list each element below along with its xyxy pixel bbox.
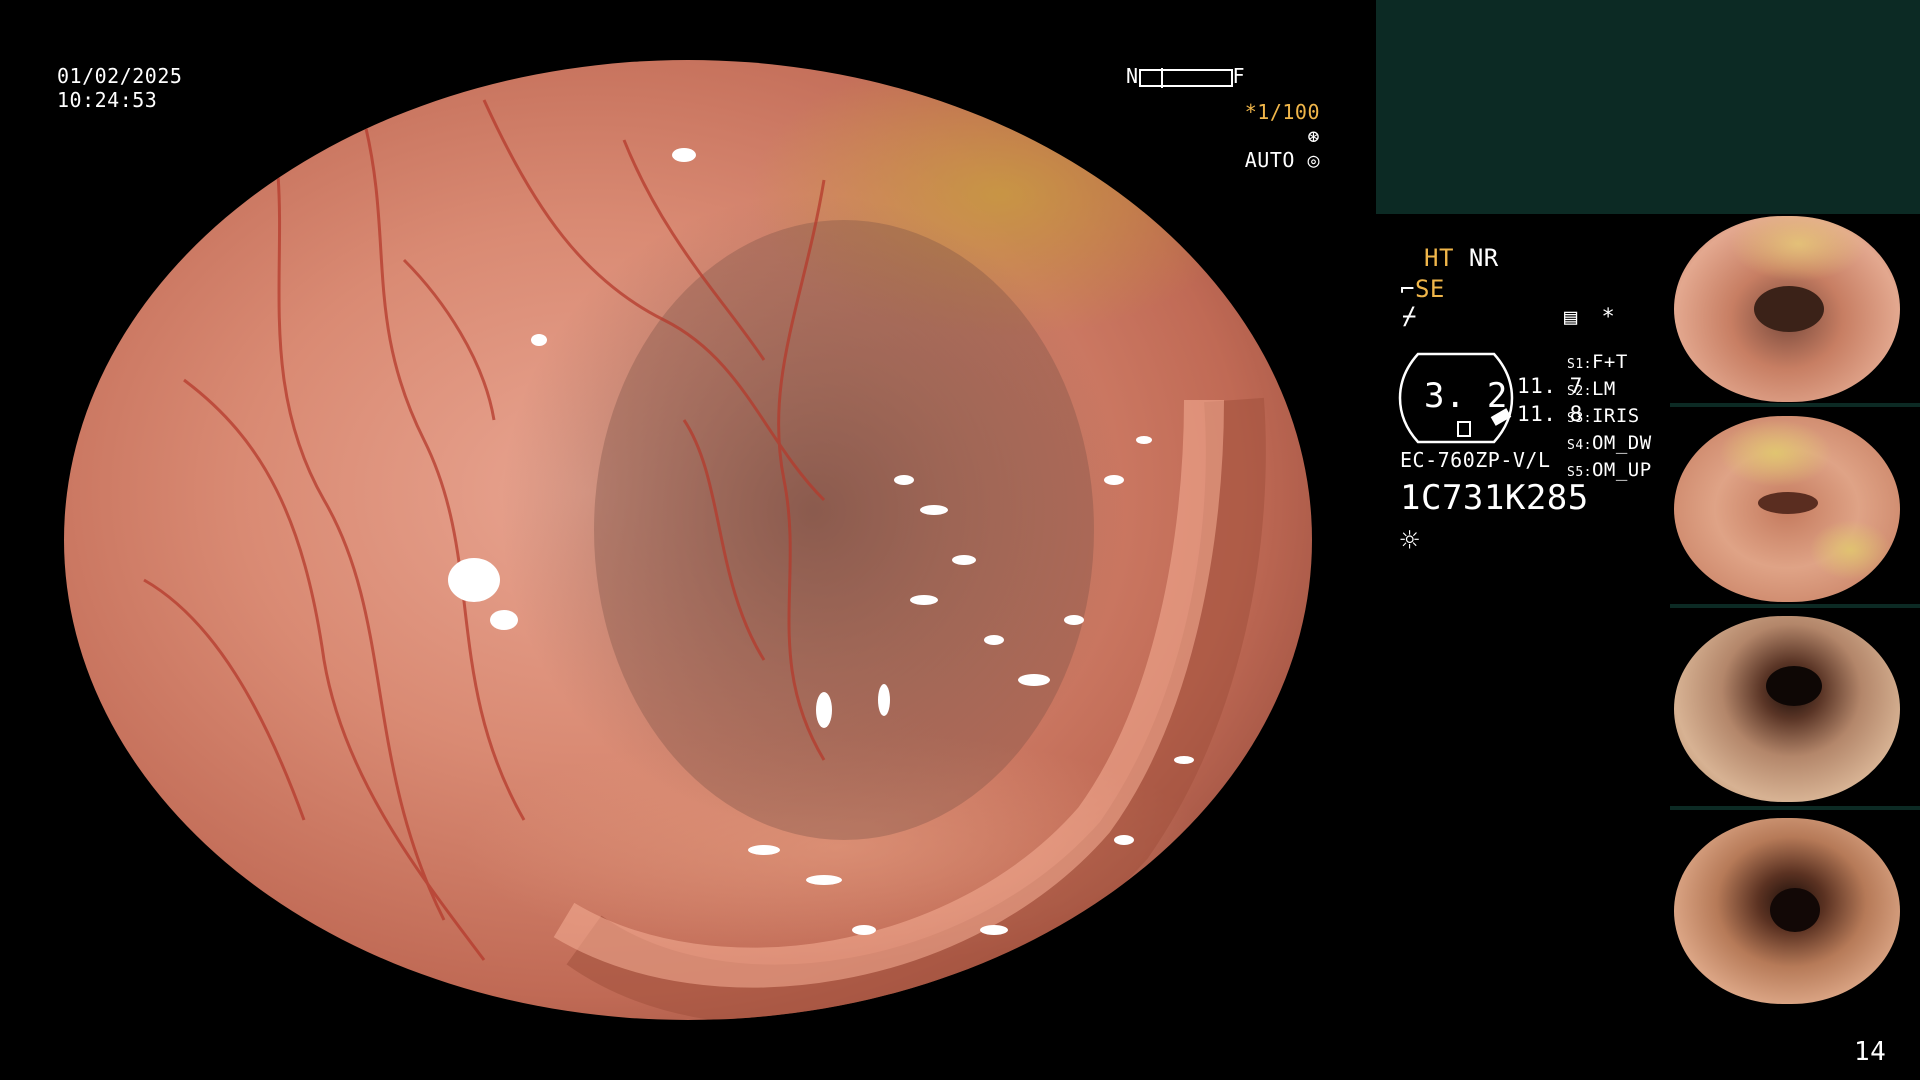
color-icon: ⌿ xyxy=(1402,302,1417,330)
se-row: ⌐SE xyxy=(1400,274,1445,304)
thumb-divider xyxy=(1670,806,1920,810)
scope-model: EC-760ZP-V/L xyxy=(1400,448,1551,472)
switch-row: S2:LM xyxy=(1567,378,1616,400)
aperture-icon: ⊛ xyxy=(1307,124,1320,148)
iris-icon: ◎ xyxy=(1294,148,1320,172)
scope-serial: 1C731K285 xyxy=(1400,478,1589,518)
scale-bar xyxy=(1138,67,1233,88)
exposure-text: AUTO xyxy=(1244,148,1295,172)
mucosa-detail xyxy=(143,99,1266,1020)
datetime-block: 01/02/2025 10:24:53 xyxy=(57,64,182,112)
switch-row: S3:IRIS xyxy=(1567,405,1640,427)
shutter-text: *1/100 xyxy=(1244,100,1320,124)
time-text: 10:24:53 xyxy=(57,88,158,112)
date-text: 01/02/2025 xyxy=(57,64,183,88)
thumbnail-3[interactable] xyxy=(1674,616,1900,802)
nr-label: NR xyxy=(1468,244,1499,272)
scale-near-label: N xyxy=(1126,64,1139,88)
thumbnail-2[interactable] xyxy=(1674,416,1900,602)
settings-indicator: ▤ * xyxy=(1564,306,1615,330)
thumbnail-1[interactable] xyxy=(1674,216,1900,402)
switch-row: S1:F+T xyxy=(1567,351,1628,373)
exposure-block: *1/100 ⊛ AUTO ◎ xyxy=(1228,100,1320,172)
light-icon: ☼ xyxy=(1400,521,1420,559)
info-panel-top xyxy=(1376,0,1920,214)
se-label: SE xyxy=(1414,275,1445,303)
ht-label: HT xyxy=(1424,244,1454,272)
focus-scale: NF xyxy=(1126,64,1245,88)
scope-switch-list: S1:F+T S2:LM S3:IRIS S4:OM_DW S5:OM_UP xyxy=(1567,350,1652,485)
thumb-divider xyxy=(1670,604,1920,608)
lumen-pit xyxy=(594,220,1094,840)
asterisk-mark: * xyxy=(1601,305,1616,330)
switch-row: S4:OM_DW xyxy=(1567,432,1652,454)
structure-icon: ⌐ xyxy=(1400,275,1415,303)
menu-icon: ▤ xyxy=(1564,305,1578,330)
thumb-divider xyxy=(1670,403,1920,407)
zoom-value: 3. 2 xyxy=(1424,376,1508,416)
thumbnail-4[interactable] xyxy=(1674,818,1900,1004)
scale-far-label: F xyxy=(1232,64,1246,88)
ht-nr-row: HT NR xyxy=(1424,243,1499,273)
page-number: 14 xyxy=(1854,1037,1887,1067)
endoscope-view xyxy=(64,60,1312,1020)
